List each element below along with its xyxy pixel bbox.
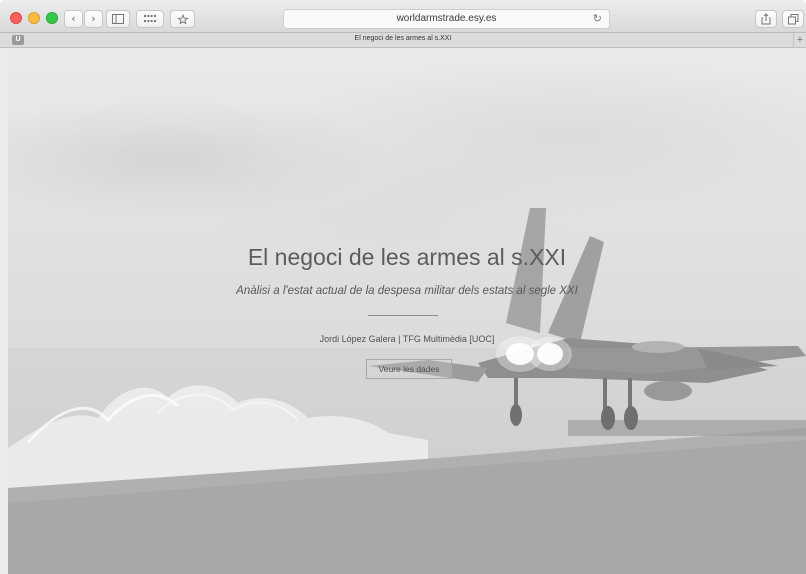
author-credit: Jordi López Galera | TFG Multimèdia [UOC… bbox=[319, 334, 495, 344]
bookmark-button[interactable] bbox=[170, 10, 195, 28]
tab-active[interactable]: El negoci de les armes al s.XXI bbox=[0, 35, 806, 42]
url-text: worldarmstrade.esy.es bbox=[396, 13, 497, 24]
share-icon bbox=[761, 13, 771, 25]
back-icon: ‹ bbox=[71, 12, 76, 25]
bookmark-icon bbox=[176, 13, 189, 25]
top-sites-button[interactable] bbox=[136, 10, 164, 28]
sidebar-icon bbox=[112, 14, 124, 24]
web-content: El negoci de les armes al s.XXI Anàlisi … bbox=[8, 48, 806, 574]
forward-button[interactable]: › bbox=[84, 10, 103, 28]
close-window-button[interactable] bbox=[10, 12, 22, 24]
browser-toolbar: ‹ › worldarmstrade.esy.es ↻ bbox=[0, 0, 806, 33]
forward-icon: › bbox=[91, 12, 96, 25]
top-sites-icon bbox=[144, 15, 156, 22]
tab-bar: U El negoci de les armes al s.XXI + bbox=[0, 33, 806, 48]
hero-overlay: El negoci de les armes al s.XXI Anàlisi … bbox=[8, 48, 806, 574]
browser-window: ‹ › worldarmstrade.esy.es ↻ U El negoci … bbox=[0, 0, 806, 574]
back-button[interactable]: ‹ bbox=[64, 10, 83, 28]
page-title: El negoci de les armes al s.XXI bbox=[247, 244, 567, 270]
sidebar-button[interactable] bbox=[106, 10, 130, 28]
minimize-window-button[interactable] bbox=[28, 12, 40, 24]
zoom-window-button[interactable] bbox=[46, 12, 58, 24]
view-data-button[interactable]: Veure les dades bbox=[366, 359, 452, 379]
reload-icon[interactable]: ↻ bbox=[593, 12, 602, 25]
share-button[interactable] bbox=[755, 10, 777, 28]
title-divider bbox=[368, 315, 438, 316]
tabs-overview-icon bbox=[787, 14, 798, 25]
page-subtitle: Anàlisi a l'estat actual de la despesa m… bbox=[236, 285, 578, 297]
tabs-overview-button[interactable] bbox=[782, 10, 804, 28]
address-bar[interactable]: worldarmstrade.esy.es ↻ bbox=[283, 9, 610, 29]
new-tab-icon[interactable]: + bbox=[793, 33, 806, 47]
